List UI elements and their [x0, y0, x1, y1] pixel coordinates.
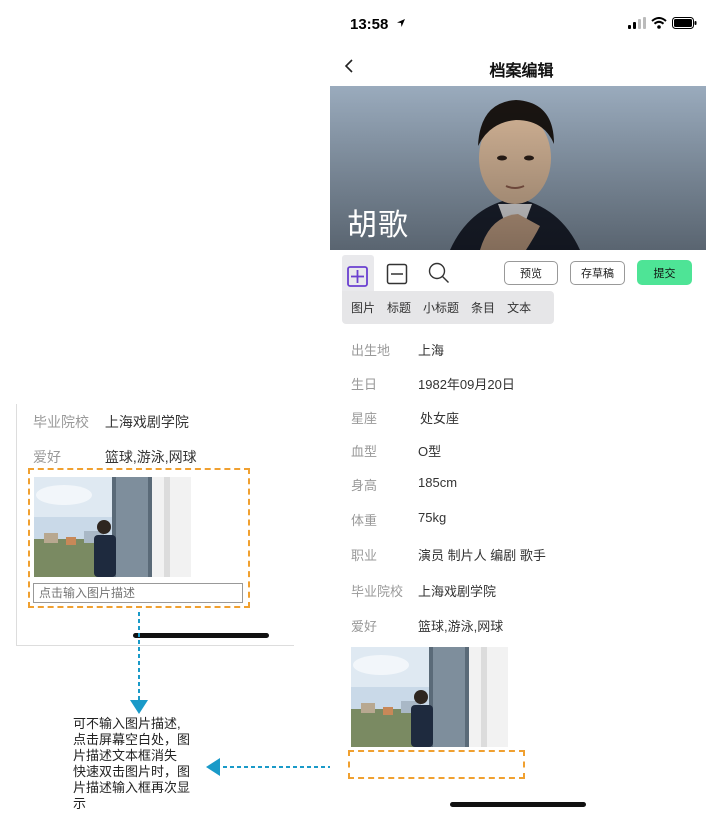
profile-value: 75kg — [418, 510, 447, 525]
insert-text-item[interactable]: 文本 — [507, 299, 531, 316]
note-line: 可不输入图片描述, — [73, 716, 181, 731]
wifi-icon — [651, 17, 667, 29]
lp-school-row: 毕业院校 上海戏剧学院 — [33, 412, 189, 432]
home-indicator — [450, 802, 586, 807]
search-icon[interactable] — [428, 262, 450, 284]
note-line: 快速双击图片时，图 — [73, 764, 191, 779]
profile-value: 1982年09月20日 — [418, 377, 515, 392]
insert-entry-item[interactable]: 条目 — [471, 299, 495, 316]
location-arrow-icon — [397, 19, 405, 27]
profile-key: 毕业院校 — [351, 584, 404, 599]
lp-school-value: 上海戏剧学院 — [104, 414, 189, 430]
profile-key: 职业 — [351, 548, 378, 563]
nav-bar: 档案编辑 — [330, 46, 713, 86]
status-bar: 13:58 — [330, 0, 713, 46]
lp-hobby-value: 篮球,游泳,网球 — [104, 449, 197, 465]
page-title: 档案编辑 — [489, 63, 554, 80]
note-line: 片描述输入框再次显 — [73, 780, 191, 795]
lp-hobby-row: 爱好 篮球,游泳,网球 — [33, 447, 197, 467]
save-draft-button[interactable]: 存草稿 — [570, 261, 625, 285]
profile-key: 星座 — [351, 411, 378, 426]
lp-photo[interactable] — [34, 477, 191, 577]
battery-icon — [672, 17, 697, 29]
submit-button[interactable]: 提交 — [637, 260, 692, 285]
add-tab[interactable] — [342, 255, 374, 291]
note-line: 片描述文本框消失 — [73, 748, 178, 763]
profile-value: 上海戏剧学院 — [418, 584, 497, 599]
insert-subtitle-item[interactable]: 小标题 — [423, 299, 459, 316]
lp-caption-input[interactable] — [33, 583, 243, 603]
note-line: 示 — [73, 796, 87, 811]
phone-screen: 13:58 档案编辑 胡歌 预览 存草稿 提交 图片 标题 小标题 条目 文本 … — [330, 0, 713, 830]
caption-placeholder-frame[interactable] — [348, 750, 525, 779]
status-time: 13:58 — [350, 16, 389, 33]
hero-name: 胡歌 — [347, 209, 409, 242]
hero-banner: 胡歌 — [330, 86, 706, 250]
editor-toolbar: 预览 存草稿 提交 图片 标题 小标题 条目 文本 — [330, 250, 713, 326]
lp-hobby-key: 爱好 — [33, 449, 61, 465]
insert-image-item[interactable]: 图片 — [351, 299, 375, 316]
profile-value: 篮球,游泳,网球 — [418, 619, 504, 634]
minus-square-icon[interactable] — [386, 263, 408, 285]
lp-school-key: 毕业院校 — [33, 414, 89, 430]
plus-square-icon — [347, 266, 368, 287]
profile-value: 上海 — [418, 343, 445, 358]
insert-menu: 图片 标题 小标题 条目 文本 — [342, 291, 554, 324]
lp-home-indicator — [133, 633, 269, 638]
profile-value: 185cm — [418, 475, 458, 490]
preview-button[interactable]: 预览 — [504, 261, 558, 285]
left-annotation-panel: 毕业院校 上海戏剧学院 爱好 篮球,游泳,网球 — [16, 404, 294, 646]
profile-key: 身高 — [351, 478, 378, 493]
profile-value: O型 — [418, 444, 442, 459]
profile-key: 血型 — [351, 444, 378, 459]
profile-key: 出生地 — [351, 343, 391, 358]
profile-key: 爱好 — [351, 619, 378, 634]
note-line: 点击屏幕空白处，图 — [73, 732, 191, 747]
cellular-signal-icon — [628, 17, 646, 29]
profile-value: 演员 制片人 编剧 歌手 — [418, 548, 546, 563]
profile-key: 生日 — [351, 377, 378, 392]
profile-value: 处女座 — [420, 411, 460, 426]
status-icons — [628, 17, 697, 29]
annotation-note: 可不输入图片描述, 点击屏幕空白处，图 片描述文本框消失 快速双击图片时，图 片… — [73, 716, 211, 812]
content-photo[interactable] — [351, 647, 508, 747]
insert-title-item[interactable]: 标题 — [387, 299, 411, 316]
profile-key: 体重 — [351, 513, 378, 528]
